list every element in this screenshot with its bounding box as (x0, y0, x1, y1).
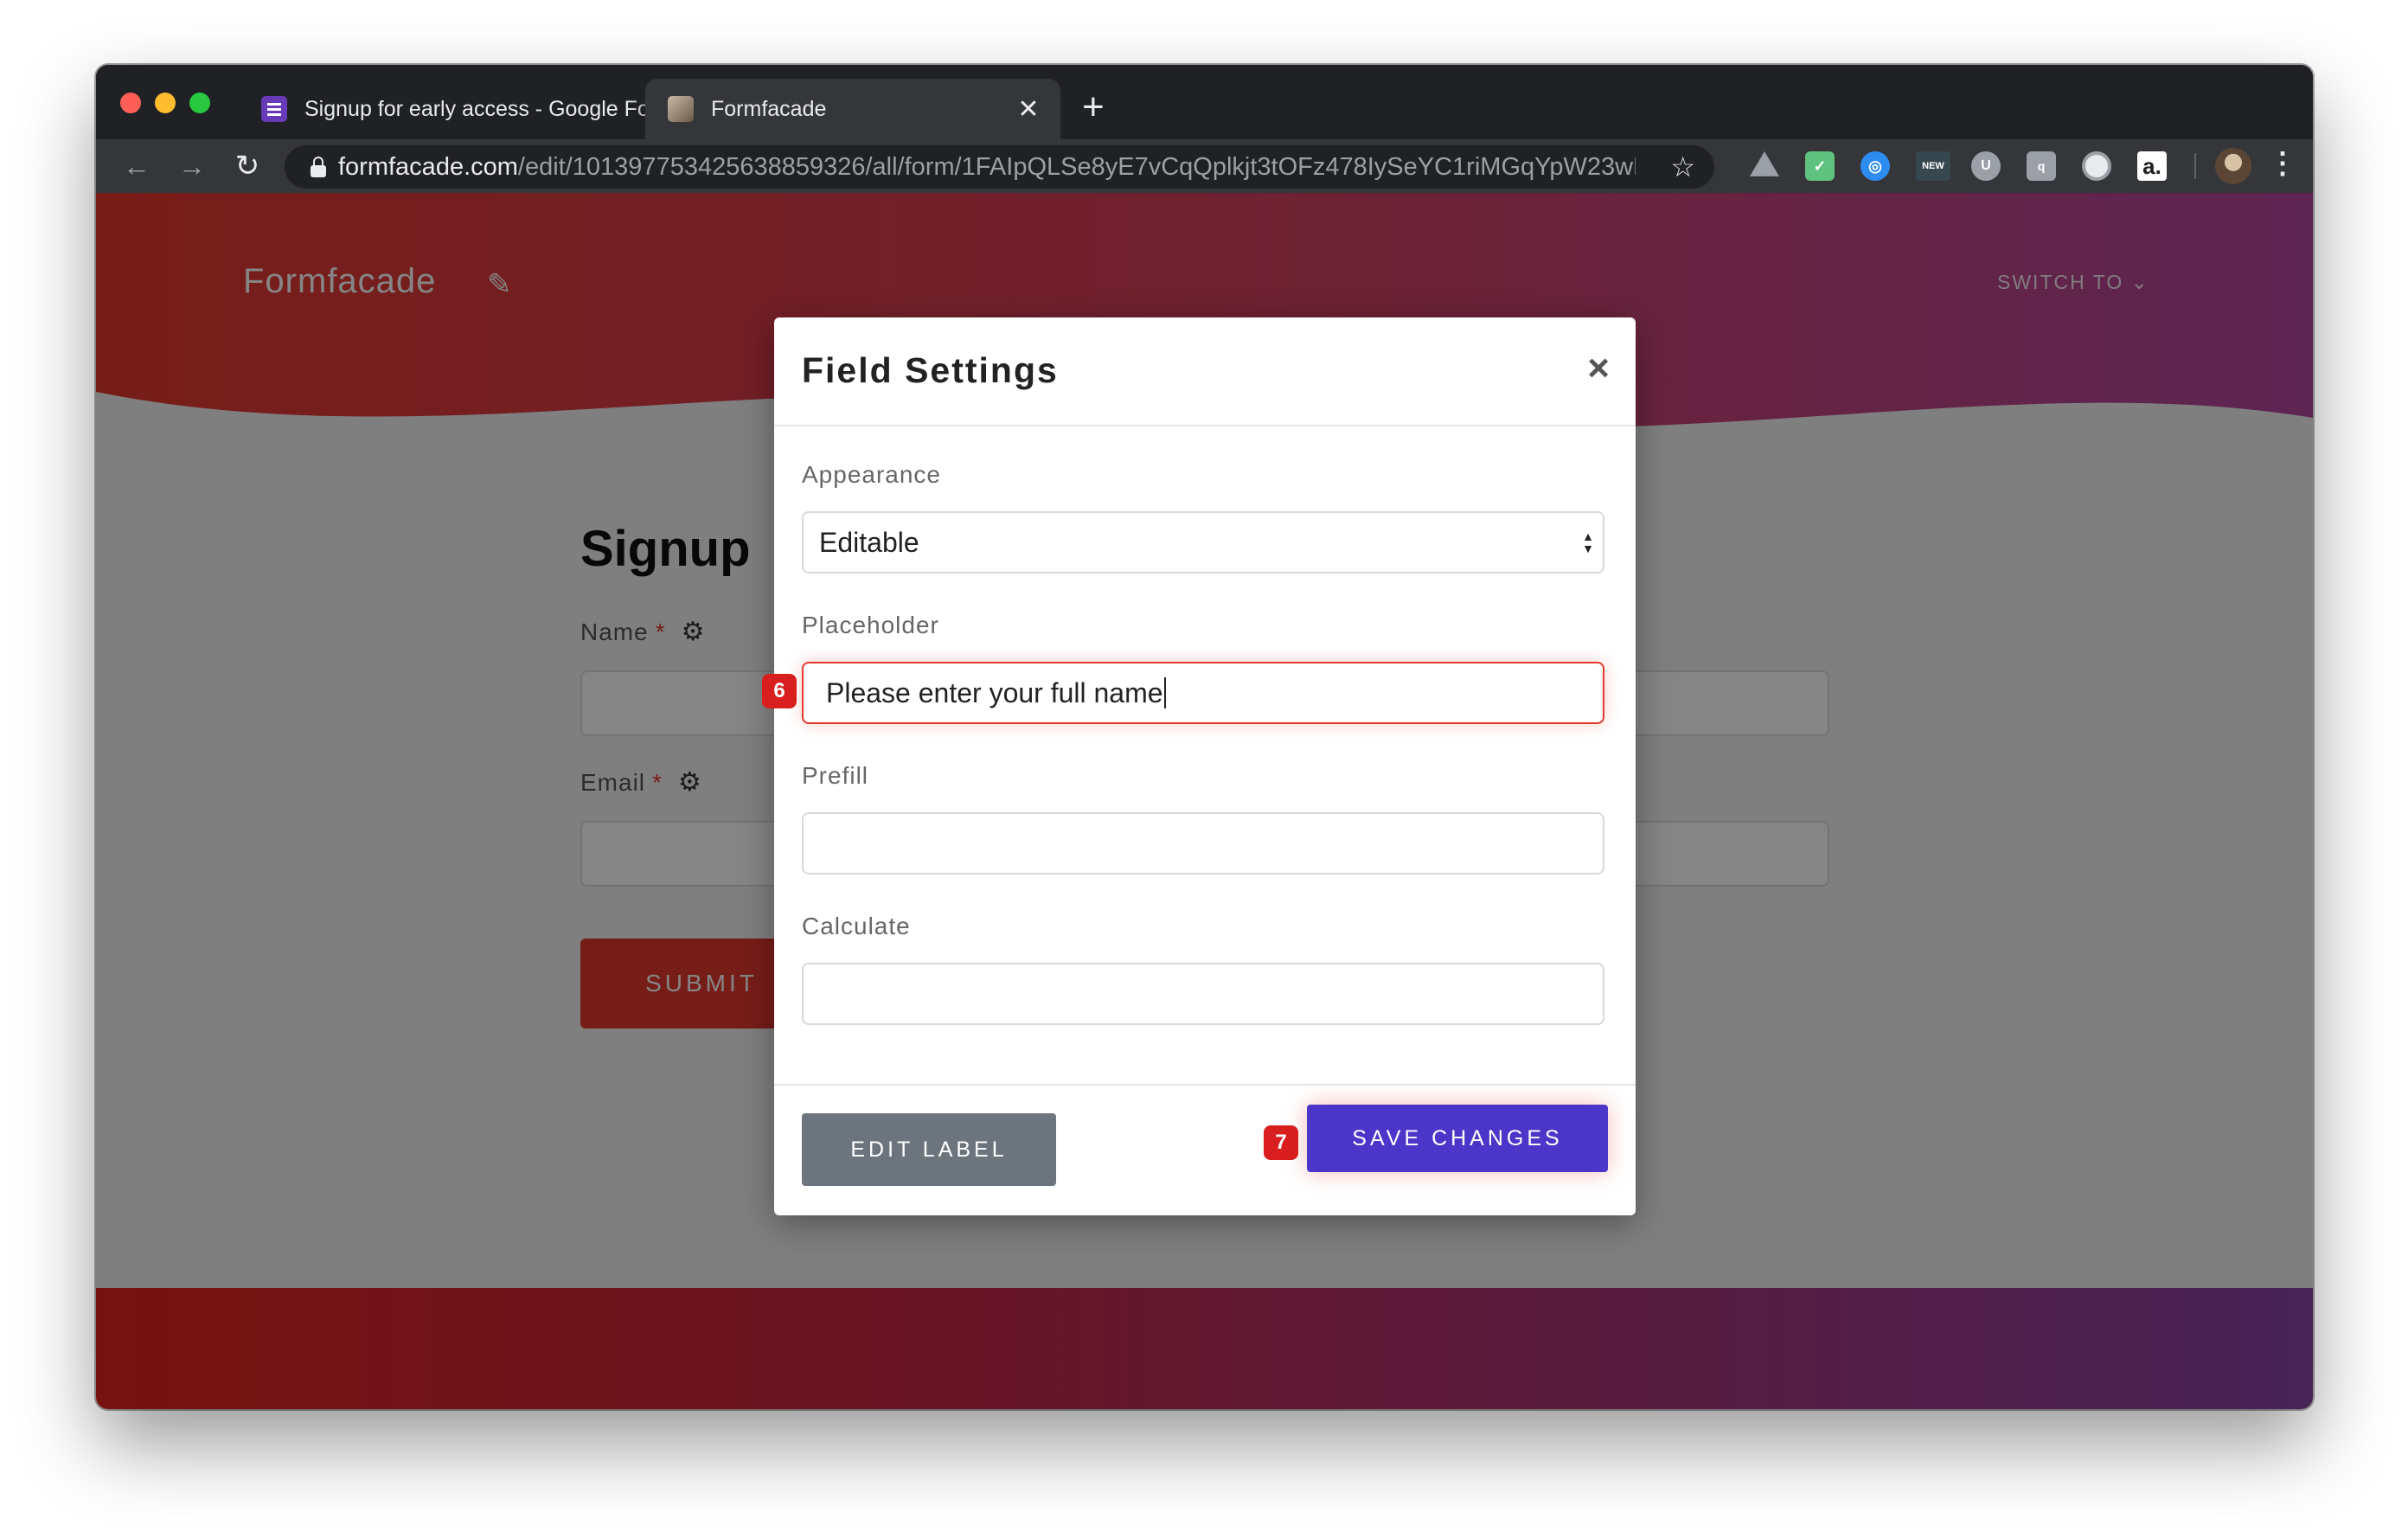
close-window-icon[interactable] (120, 93, 141, 113)
edit-label-button[interactable]: EDIT LABEL (802, 1113, 1056, 1186)
new-tab-button[interactable]: + (1082, 88, 1105, 126)
appearance-select[interactable]: Editable ▲ ▼ (802, 511, 1604, 574)
more-menu-icon[interactable]: ⋮ (2268, 146, 2297, 181)
appearance-label: Appearance (802, 461, 942, 488)
calculate-input[interactable] (802, 963, 1604, 1025)
minimize-window-icon[interactable] (155, 93, 176, 113)
drive-icon[interactable] (1750, 151, 1779, 176)
calculate-label: Calculate (802, 913, 911, 939)
step-badge: 6 (762, 674, 797, 708)
maximize-window-icon[interactable] (189, 93, 210, 113)
step-badge: 7 (1264, 1125, 1298, 1160)
placeholder-value: Please enter your full name (826, 676, 1163, 708)
amazon-icon[interactable]: a. (2137, 151, 2167, 181)
new-badge-icon[interactable]: NEW (1916, 151, 1950, 181)
text-caret (1163, 677, 1166, 708)
close-icon[interactable]: × (1587, 347, 1610, 390)
placeholder-input[interactable]: Please enter your full name (802, 662, 1604, 724)
tab-formfacade[interactable]: Formfacade ✕ (645, 79, 1060, 139)
bookmark-star-icon[interactable]: ☆ (1670, 151, 1695, 183)
page-content: Formfacade ✎ SWITCH TO ⌄ Signup Name * ⚙ E… (96, 193, 2313, 1409)
url-path: /edit/101397753425638859326/all/form/1FA… (517, 152, 1636, 181)
profile-avatar[interactable] (2215, 148, 2251, 184)
close-tab-icon[interactable]: ✕ (1015, 94, 1041, 125)
mail-check-icon[interactable]: ✓ (1805, 151, 1835, 181)
prefill-input[interactable] (802, 812, 1604, 875)
modal-title: Field Settings (802, 350, 1059, 390)
tab-title: Formfacade (711, 96, 827, 121)
forward-icon[interactable]: → (174, 148, 210, 184)
browser-toolbar: ← → ↻ formfacade.com/edit/10139775342563… (96, 139, 2313, 193)
url-text: formfacade.com/edit/10139775342563885932… (338, 153, 1636, 182)
u-icon[interactable]: U (1971, 151, 2001, 181)
save-changes-button[interactable]: SAVE CHANGES (1307, 1105, 1608, 1172)
url-host: formfacade.com (338, 152, 518, 181)
toolbar-divider (2194, 153, 2196, 179)
formfacade-favicon-icon (668, 96, 694, 122)
circle-icon[interactable] (2082, 151, 2111, 181)
tab-title: Signup for early access - Google Forms (304, 96, 686, 121)
field-settings-modal: Field Settings × Appearance Editable ▲ ▼ … (762, 317, 1636, 1217)
q-icon[interactable]: q (2027, 151, 2056, 181)
safari-icon[interactable]: ◎ (1860, 151, 1890, 181)
placeholder-label: Placeholder (802, 612, 939, 638)
address-bar[interactable]: formfacade.com/edit/10139775342563885932… (285, 145, 1714, 189)
tab-strip: Signup for early access - Google Forms ✕… (96, 65, 2313, 139)
google-forms-icon (261, 96, 287, 122)
select-arrows-icon: ▲ ▼ (1582, 529, 1594, 555)
modal-footer: EDIT LABEL 7 SAVE CHANGES (774, 1084, 1636, 1217)
reload-icon[interactable]: ↻ (229, 148, 266, 184)
back-icon[interactable]: ← (118, 148, 155, 184)
prefill-label: Prefill (802, 762, 869, 789)
modal-header: Field Settings × (774, 317, 1636, 426)
lock-icon (311, 157, 326, 177)
appearance-value: Editable (819, 526, 919, 558)
browser-window: Signup for early access - Google Forms ✕… (96, 65, 2313, 1409)
